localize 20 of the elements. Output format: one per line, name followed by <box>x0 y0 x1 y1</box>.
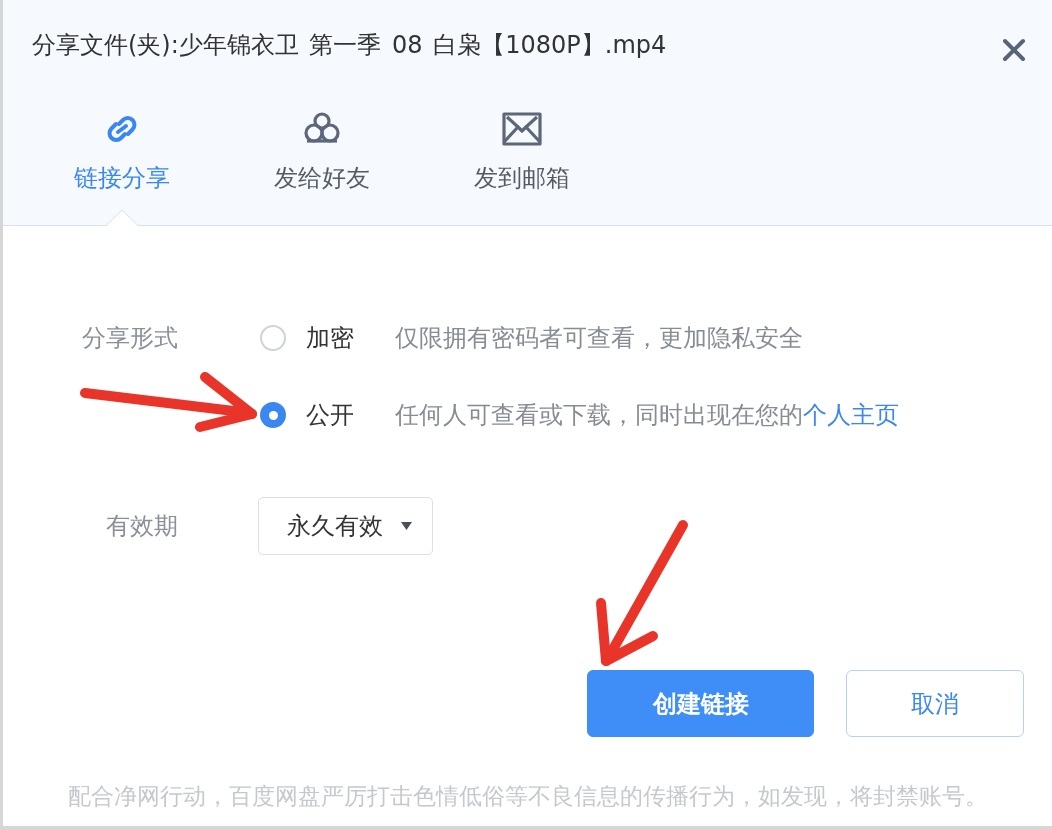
caret-icon <box>401 522 412 530</box>
notice-text: 配合净网行动，百度网盘严厉打击色情低俗等不良信息的传播行为，如发现，将封禁账号。 <box>66 782 989 811</box>
radio-label[interactable]: 加密 <box>286 322 395 354</box>
share-tab[interactable]: 发到邮箱 <box>422 111 622 225</box>
close-icon <box>1002 38 1026 62</box>
option-description: 仅限拥有密码者可查看，更加隐私安全 <box>395 323 803 354</box>
profile-link[interactable]: 个人主页 <box>803 401 899 429</box>
create-link-button[interactable]: 创建链接 <box>587 670 814 737</box>
validity-dropdown[interactable]: 永久有效 <box>258 497 433 555</box>
radio-label[interactable]: 公开 <box>286 399 395 431</box>
cancel-button[interactable]: 取消 <box>846 670 1024 737</box>
dialog-title: 分享文件(夹):少年锦衣卫 第一季 08 白枭【1080P】.mp4 <box>32 30 667 61</box>
share-tab[interactable]: 链接分享 <box>22 111 222 225</box>
field-label: 有效期 <box>105 511 178 541</box>
radio-button[interactable] <box>260 402 286 428</box>
radio-button[interactable] <box>260 325 286 351</box>
share-tab[interactable]: 发给好友 <box>222 111 422 225</box>
option-description: 任何人可查看或下载，同时出现在您的个人主页 <box>395 400 899 431</box>
envelope-icon <box>502 111 542 147</box>
field-label: 分享形式 <box>81 323 178 353</box>
